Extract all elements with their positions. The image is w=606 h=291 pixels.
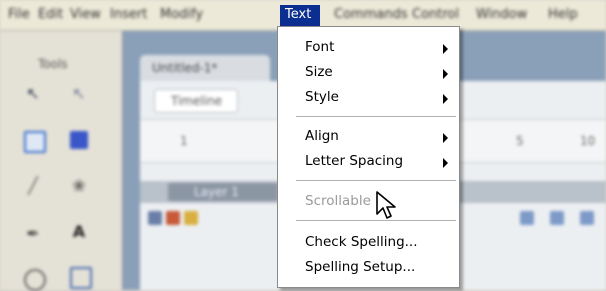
timeline-button-label: Timeline xyxy=(171,94,223,108)
timeline-button[interactable]: Timeline xyxy=(154,89,238,113)
menu-item-label: Size xyxy=(305,64,333,80)
menu-view[interactable]: View xyxy=(70,7,101,22)
gradient-transform-tool-icon[interactable] xyxy=(70,131,88,149)
menu-item-label: Font xyxy=(305,39,335,55)
document-tab[interactable]: Untitled-1* xyxy=(140,55,270,81)
onion-outline-icon[interactable] xyxy=(550,211,564,225)
menu-item-label: Align xyxy=(305,128,339,144)
menu-item-font[interactable]: Font xyxy=(278,35,459,61)
mouse-cursor-icon xyxy=(376,191,396,219)
ruler-number: 5 xyxy=(516,134,524,148)
document-tab-label: Untitled-1* xyxy=(152,61,218,75)
menu-text[interactable]: Text xyxy=(280,5,320,26)
menu-help[interactable]: Help xyxy=(548,7,578,22)
lasso-tool-icon[interactable]: ❀ xyxy=(70,177,88,195)
menu-item-size[interactable]: Size xyxy=(278,60,459,86)
menu-separator xyxy=(296,180,456,182)
submenu-arrow-icon xyxy=(443,44,448,54)
menu-item-letter-spacing[interactable]: Letter Spacing xyxy=(278,149,459,175)
menu-text-label: Text xyxy=(285,7,312,22)
tools-panel: Tools ↖ ↖ ╱ ❀ ✒ A xyxy=(0,31,124,291)
menu-file[interactable]: File xyxy=(8,7,30,22)
submenu-arrow-icon xyxy=(443,133,448,143)
oval-tool-icon[interactable] xyxy=(24,269,46,291)
submenu-arrow-icon xyxy=(443,94,448,104)
menu-separator xyxy=(296,116,456,118)
menu-item-label: Scrollable xyxy=(305,193,371,209)
arrow-tool-icon[interactable]: ↖ xyxy=(24,85,42,103)
insert-folder-icon[interactable] xyxy=(184,211,198,225)
menu-commands[interactable]: Commands xyxy=(334,7,408,22)
layer-name: Layer 1 xyxy=(194,185,239,199)
ruler-number: 10 xyxy=(580,134,596,148)
add-guide-layer-icon[interactable] xyxy=(166,211,180,225)
line-tool-icon[interactable]: ╱ xyxy=(24,177,42,195)
subselect-tool-icon[interactable]: ↖ xyxy=(70,85,88,103)
menu-control[interactable]: Control xyxy=(412,7,459,22)
pen-tool-icon[interactable]: ✒ xyxy=(24,225,42,243)
layer-name-box[interactable]: Layer 1 xyxy=(168,183,278,201)
free-transform-tool-icon[interactable] xyxy=(24,131,46,153)
text-menu-dropdown: Font Size Style Align Letter Spacing Scr… xyxy=(277,26,460,288)
menu-window[interactable]: Window xyxy=(476,7,527,22)
edit-multiple-frames-icon[interactable] xyxy=(580,211,594,225)
tools-panel-title: Tools xyxy=(38,57,68,71)
menu-item-spelling-setup[interactable]: Spelling Setup... xyxy=(278,255,459,281)
menu-item-scrollable: Scrollable xyxy=(278,189,459,215)
menu-item-style[interactable]: Style xyxy=(278,85,459,111)
menu-item-label: Letter Spacing xyxy=(305,153,404,169)
menu-item-check-spelling[interactable]: Check Spelling... xyxy=(278,230,459,256)
menu-insert[interactable]: Insert xyxy=(110,7,147,22)
menu-modify[interactable]: Modify xyxy=(160,7,203,22)
menu-edit[interactable]: Edit xyxy=(38,7,63,22)
rectangle-tool-icon[interactable] xyxy=(70,267,92,289)
menu-item-label: Style xyxy=(305,89,339,105)
text-tool-icon[interactable]: A xyxy=(70,223,88,241)
menu-item-align[interactable]: Align xyxy=(278,124,459,150)
submenu-arrow-icon xyxy=(443,158,448,168)
menu-item-label: Spelling Setup... xyxy=(305,259,416,275)
insert-layer-icon[interactable] xyxy=(148,211,162,225)
submenu-arrow-icon xyxy=(443,69,448,79)
ruler-number: 1 xyxy=(180,134,188,148)
menu-item-label: Check Spelling... xyxy=(305,234,418,250)
onion-skin-icon[interactable] xyxy=(520,211,534,225)
